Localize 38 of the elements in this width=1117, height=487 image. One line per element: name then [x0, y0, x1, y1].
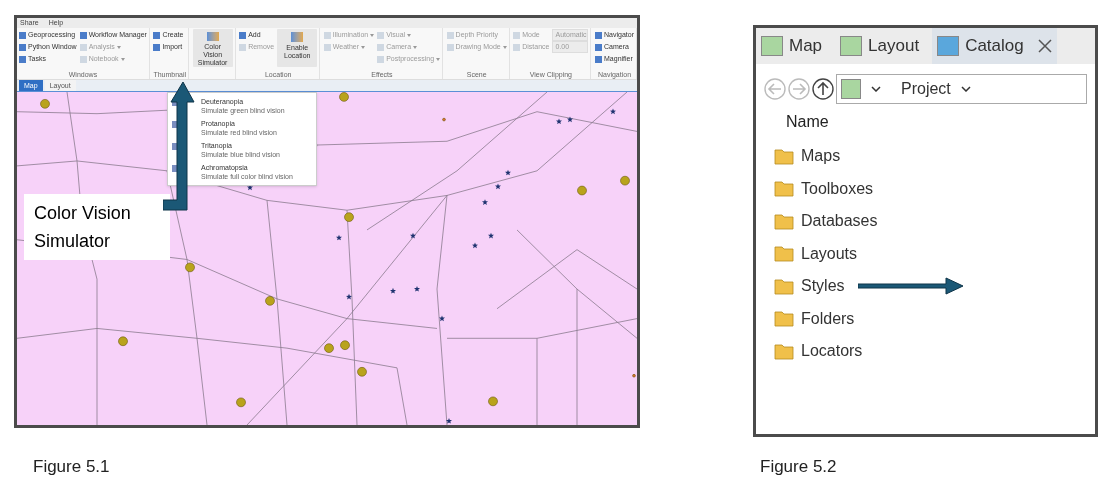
folder-icon [774, 277, 794, 295]
caret-icon [361, 45, 366, 49]
folder-icon [774, 342, 794, 360]
caret-icon [502, 45, 507, 49]
location-text: Project [901, 79, 951, 99]
location-field[interactable]: Project [836, 74, 1087, 104]
catalog-item[interactable]: Maps [801, 144, 841, 169]
document-tab[interactable]: Catalog [932, 28, 1057, 64]
folder-icon [774, 310, 794, 328]
catalog-item[interactable]: Folders [801, 306, 855, 331]
map-icon [761, 36, 783, 56]
caret-icon [116, 45, 121, 49]
folder-icon [774, 245, 794, 263]
figure-caption: Figure 5.2 [760, 456, 838, 478]
catalog-item[interactable]: Styles [801, 274, 845, 299]
column-header: Name [786, 112, 830, 132]
chevron-icon [871, 86, 881, 92]
ribbon-button-icon [291, 32, 304, 42]
caret-icon [120, 57, 125, 61]
folder-icon [774, 212, 794, 230]
callout-label: Color Vision Simulator [24, 194, 170, 260]
caret-icon [436, 57, 441, 61]
caret-icon [407, 33, 412, 37]
chevron-icon [960, 86, 971, 92]
folder-icon [774, 147, 794, 165]
close-icon[interactable] [1037, 39, 1052, 53]
catalog-item[interactable]: Databases [801, 209, 878, 234]
catalog-item[interactable]: Toolboxes [801, 176, 874, 201]
caret-icon [413, 45, 418, 49]
folder-icon [774, 180, 794, 198]
caret-icon [370, 33, 375, 37]
map-icon [840, 36, 863, 56]
map-icon [841, 79, 861, 99]
figure-caption: Figure 5.1 [33, 456, 111, 478]
catalog-item[interactable]: Layouts [801, 241, 858, 266]
map-icon [937, 36, 960, 56]
catalog-item[interactable]: Locators [801, 339, 863, 364]
ribbon-button-icon [206, 32, 219, 41]
